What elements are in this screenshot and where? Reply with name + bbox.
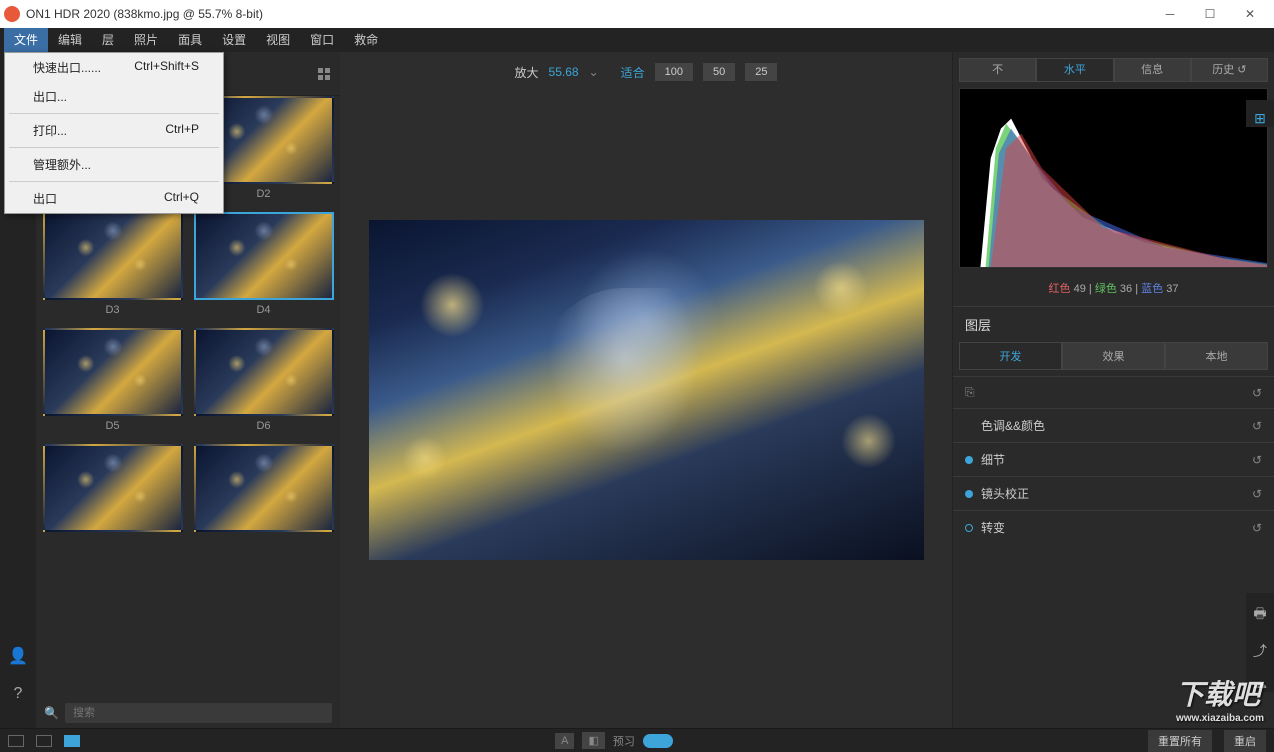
menu-设置[interactable]: 设置 <box>212 28 256 52</box>
histogram-readout: 红色 49 | 绿色 36 | 蓝色 37 <box>953 280 1274 296</box>
thumbnail[interactable]: D6 <box>191 328 336 440</box>
histogram[interactable] <box>959 88 1268 268</box>
thumbnail[interactable] <box>40 444 185 544</box>
statusbar: A ◧ 预习 重置所有 重启 <box>0 728 1274 752</box>
maximize-button[interactable]: ☐ <box>1190 0 1230 28</box>
right-tab-2[interactable]: 信息 <box>1114 58 1191 82</box>
dev-tab-本地[interactable]: 本地 <box>1165 342 1268 370</box>
right-tab-0[interactable]: 不 <box>959 58 1036 82</box>
panel-色调&&颜色[interactable]: 色调&&颜色↺ <box>953 408 1274 442</box>
person-icon[interactable]: 👤 <box>8 646 28 666</box>
right-toolstrip-top: ⊞ <box>1246 100 1274 127</box>
view-mode-3[interactable] <box>64 735 80 747</box>
zoom-fit-button[interactable]: 适合 <box>621 64 645 81</box>
thumbnail[interactable]: D4 <box>191 212 336 324</box>
menu-文件[interactable]: 文件 <box>4 28 48 52</box>
search-input[interactable] <box>65 703 332 723</box>
thumbnail[interactable]: D3 <box>40 212 185 324</box>
restart-button[interactable]: 重启 <box>1224 730 1266 752</box>
menuitem-出口[interactable]: 出口Ctrl+Q <box>5 184 223 213</box>
zoom-25-button[interactable]: 25 <box>745 63 777 81</box>
compare-a-icon[interactable]: A <box>555 733 574 749</box>
panel-转变[interactable]: 转变↺ <box>953 510 1274 544</box>
menuitem-打印...[interactable]: 打印...Ctrl+P <box>5 116 223 145</box>
image-preview[interactable] <box>369 220 924 560</box>
watermark: 下载吧 www.xiazaiba.com <box>1176 673 1264 724</box>
file-menu-dropdown: 快速出口......Ctrl+Shift+S出口... 打印...Ctrl+P 管理… <box>4 52 224 214</box>
menuitem-管理额外...[interactable]: 管理额外... <box>5 150 223 179</box>
zoom-dropdown-icon[interactable]: ⌄ <box>589 65 599 79</box>
menu-窗口[interactable]: 窗口 <box>300 28 344 52</box>
menu-面具[interactable]: 面具 <box>168 28 212 52</box>
menuitem-出口...[interactable]: 出口... <box>5 82 223 111</box>
panel-细节[interactable]: 细节↺ <box>953 442 1274 476</box>
help-icon[interactable]: ? <box>8 684 28 704</box>
preview-label: 预习 <box>613 733 635 749</box>
menu-视图[interactable]: 视图 <box>256 28 300 52</box>
dev-tab-效果[interactable]: 效果 <box>1062 342 1165 370</box>
print-icon[interactable]: 🖶 <box>1253 603 1266 627</box>
right-tab-1[interactable]: 水平 <box>1036 58 1113 82</box>
menu-编辑[interactable]: 编辑 <box>48 28 92 52</box>
dev-tab-开发[interactable]: 开发 <box>959 342 1062 370</box>
titlebar: ON1 HDR 2020 (838kmo.jpg @ 55.7% 8-bit) … <box>0 0 1274 28</box>
grid-view-icon[interactable] <box>318 68 330 80</box>
reset-icon[interactable]: ↺ <box>1252 386 1262 400</box>
compare-split-icon[interactable]: ◧ <box>582 732 604 749</box>
view-mode-2[interactable] <box>36 735 52 747</box>
reset-all-button[interactable]: 重置所有 <box>1148 730 1212 752</box>
zoom-label: 放大 <box>515 64 539 81</box>
layers-header[interactable]: 图层 <box>953 306 1274 342</box>
panel-镜头校正[interactable]: 镜头校正↺ <box>953 476 1274 510</box>
panel-util-row: ⎘ ↺ <box>953 376 1274 408</box>
close-button[interactable]: ✕ <box>1230 0 1270 28</box>
canvas-area: 放大 55.68 ⌄ 适合 100 50 25 <box>340 52 952 728</box>
sliders-icon[interactable]: ⊞ <box>1254 110 1266 127</box>
menuitem-快速出口......[interactable]: 快速出口......Ctrl+Shift+S <box>5 53 223 82</box>
thumbnail[interactable]: D5 <box>40 328 185 440</box>
zoom-value[interactable]: 55.68 <box>549 65 579 79</box>
preview-toggle[interactable] <box>643 734 673 748</box>
share-icon[interactable]: ⤴ <box>1253 641 1267 661</box>
menu-层[interactable]: 层 <box>92 28 124 52</box>
menu-照片[interactable]: 照片 <box>124 28 168 52</box>
menu-救命[interactable]: 救命 <box>344 28 388 52</box>
right-tab-3[interactable]: 历史 ↺ <box>1191 58 1268 82</box>
window-title: ON1 HDR 2020 (838kmo.jpg @ 55.7% 8-bit) <box>26 7 1150 21</box>
menubar: 文件编辑层照片面具设置视图窗口救命 <box>0 28 1274 52</box>
app-icon <box>4 6 20 22</box>
export-icon[interactable]: ⎘ <box>965 385 975 400</box>
view-mode-1[interactable] <box>8 735 24 747</box>
minimize-button[interactable]: ─ <box>1150 0 1190 28</box>
thumbnail[interactable] <box>191 444 336 544</box>
zoom-50-button[interactable]: 50 <box>703 63 735 81</box>
zoom-100-button[interactable]: 100 <box>655 63 693 81</box>
right-panel: 不水平信息历史 ↺ 红色 49 | 绿色 36 | 蓝色 37 图层 开发效果本… <box>952 52 1274 728</box>
search-icon: 🔍 <box>44 706 59 720</box>
